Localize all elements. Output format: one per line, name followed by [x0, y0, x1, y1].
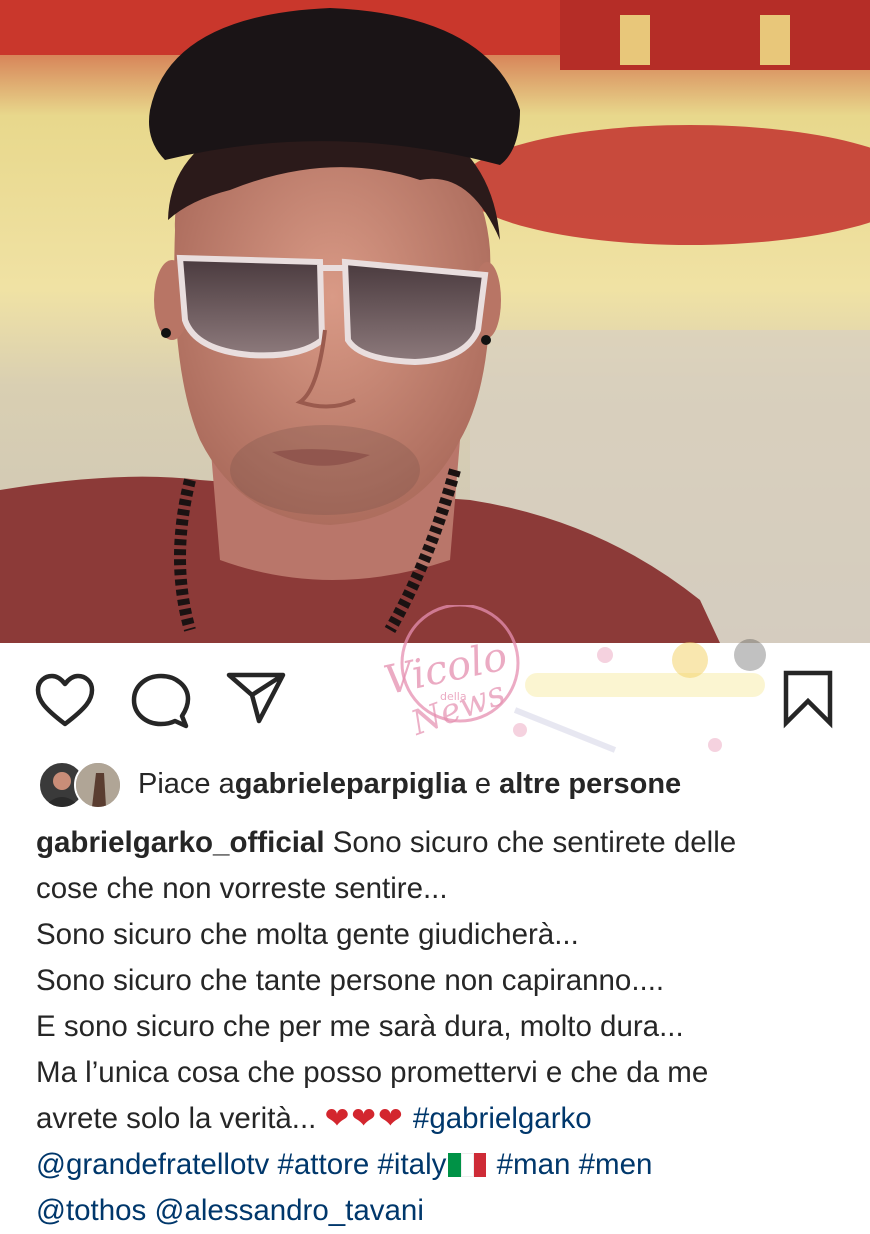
- caption-line: Sono sicuro che molta gente giudicherà..…: [36, 918, 579, 951]
- post-photo[interactable]: [0, 0, 870, 643]
- paper-plane-icon: [226, 672, 286, 724]
- likes-middle: e: [466, 767, 500, 800]
- watermark-text-main: Vicolo: [380, 633, 511, 704]
- caption-username[interactable]: gabrielgarko_official: [36, 826, 325, 859]
- caption-line: E sono sicuro che per me sarà dura, molt…: [36, 1010, 684, 1043]
- hashtag-link[interactable]: #gabrielgarko: [405, 1102, 592, 1135]
- tags-link[interactable]: @grandefratellotv #attore #italy: [36, 1148, 446, 1181]
- mention-link[interactable]: @tothos @alessandro_tavani: [36, 1194, 424, 1227]
- avatar: [74, 761, 122, 809]
- comment-bubble-icon: [131, 673, 191, 729]
- share-button[interactable]: [225, 669, 287, 727]
- caption-line: Sono sicuro che tante persone non capira…: [36, 964, 665, 997]
- liker-avatars[interactable]: [38, 761, 122, 809]
- watermark-text-small: della: [440, 690, 467, 703]
- post-photo-image: [0, 0, 870, 643]
- caption-line: cose che non vorreste sentire...: [36, 872, 448, 905]
- likes-others-link[interactable]: altre persone: [499, 768, 681, 801]
- comment-button[interactable]: [130, 672, 192, 730]
- post-caption: gabrielgarko_official Sono sicuro che se…: [36, 820, 856, 1234]
- heart-outline-icon: [35, 673, 95, 727]
- italy-flag-icon: [448, 1145, 487, 1177]
- watermark-text-news: News: [405, 673, 510, 744]
- caption-line: avrete solo la verità...: [36, 1102, 325, 1135]
- caption-line: Ma l’unica cosa che posso promettervi e …: [36, 1056, 709, 1089]
- likes-prefix: Piace a: [138, 767, 235, 800]
- liked-by-username[interactable]: gabrieleparpiglia: [235, 768, 467, 801]
- caption-line: Sono sicuro che sentirete delle: [324, 826, 737, 859]
- save-button[interactable]: [780, 669, 836, 729]
- likes-summary[interactable]: Piace a gabrieleparpiglia e altre person…: [38, 760, 858, 809]
- hashtag-link[interactable]: #man #men: [488, 1148, 653, 1181]
- bookmark-icon: [783, 670, 833, 729]
- hearts-emoji: ❤❤❤: [324, 1102, 405, 1135]
- like-button[interactable]: [34, 672, 96, 730]
